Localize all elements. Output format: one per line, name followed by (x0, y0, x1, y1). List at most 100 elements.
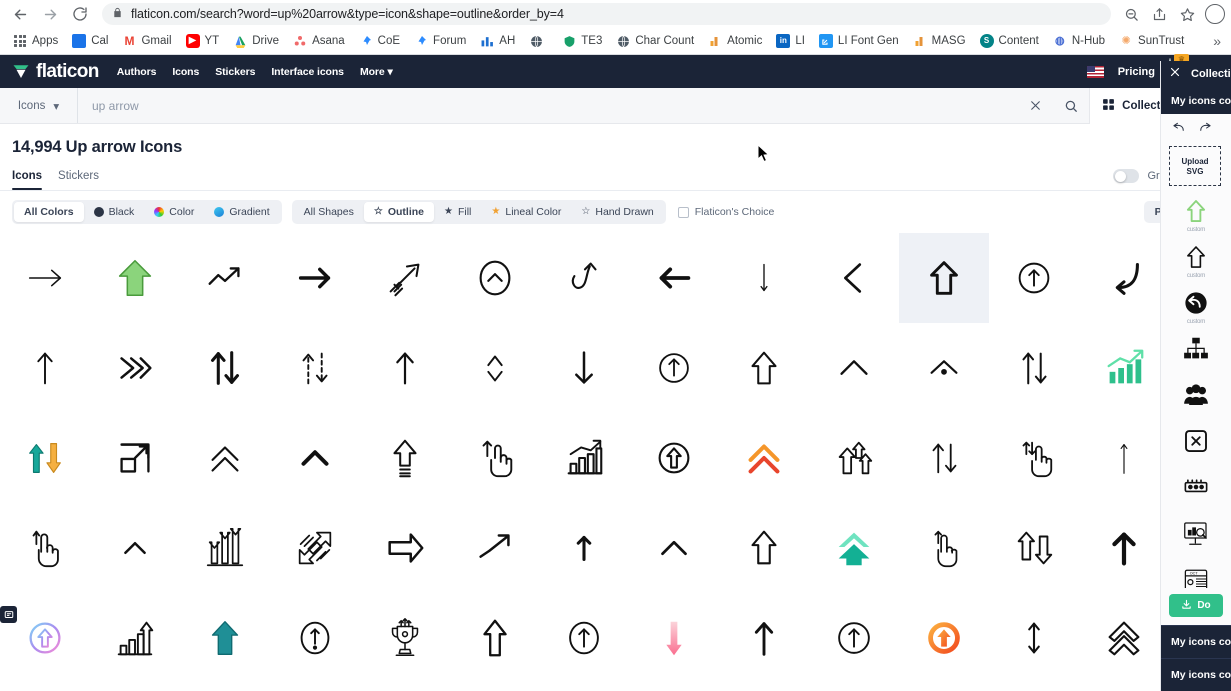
profile-avatar[interactable] (1205, 4, 1225, 24)
sidebar-active-collection[interactable]: My icons colle (1161, 87, 1231, 115)
icon-cell[interactable] (0, 503, 90, 593)
icon-cell[interactable] (540, 323, 630, 413)
icon-cell[interactable] (450, 503, 540, 593)
filter-all-shapes[interactable]: All Shapes (294, 202, 364, 222)
icon-cell[interactable] (1079, 593, 1169, 683)
icon-cell[interactable] (270, 233, 360, 323)
icon-cell[interactable] (1079, 233, 1169, 323)
icon-cell[interactable] (629, 413, 719, 503)
icon-cell[interactable] (90, 233, 180, 323)
icon-cell[interactable] (0, 233, 90, 323)
bookmark-asana[interactable]: Asana (286, 31, 352, 51)
icon-cell[interactable] (540, 413, 630, 503)
icon-cell[interactable] (989, 413, 1079, 503)
upload-svg-button[interactable]: Upload SVG (1169, 146, 1221, 187)
bookmarks-overflow-icon[interactable]: » (1213, 33, 1225, 49)
icon-cell[interactable] (719, 413, 809, 503)
sidebar-icon-item[interactable] (1161, 418, 1231, 464)
icon-cell[interactable] (809, 413, 899, 503)
icon-cell[interactable] (540, 593, 630, 683)
search-submit-button[interactable] (1053, 88, 1089, 124)
icon-cell[interactable] (629, 233, 719, 323)
search-clear-button[interactable] (1017, 88, 1053, 124)
icon-cell[interactable] (270, 593, 360, 683)
icon-cell[interactable] (180, 593, 270, 683)
icon-cell[interactable] (180, 503, 270, 593)
sidebar-collection-bar[interactable]: My icons colle (1161, 625, 1231, 658)
filter-hand-drawn[interactable]: ☆ Hand Drawn (571, 202, 663, 222)
icon-cell[interactable] (989, 503, 1079, 593)
bookmark-content[interactable]: S Content (973, 31, 1046, 51)
bookmark-globe[interactable] (522, 31, 555, 51)
bookmark-char-count[interactable]: Char Count (609, 31, 701, 51)
icon-cell[interactable] (1079, 323, 1169, 413)
icon-cell[interactable] (360, 593, 450, 683)
icon-cell[interactable] (989, 323, 1079, 413)
nav-stickers[interactable]: Stickers (215, 66, 255, 78)
icon-cell[interactable] (450, 323, 540, 413)
star-icon[interactable] (1175, 2, 1199, 26)
icon-cell[interactable] (809, 323, 899, 413)
sidebar-collection-bar[interactable]: My icons colle (1161, 658, 1231, 691)
icon-cell[interactable] (0, 323, 90, 413)
bookmark-atomic[interactable]: Atomic (701, 31, 769, 51)
icon-cell[interactable] (90, 323, 180, 413)
flaticon-logo[interactable]: flaticon (12, 61, 99, 83)
bookmark-te3[interactable]: TE3 (555, 31, 609, 51)
bookmark-forum[interactable]: Forum (407, 31, 473, 51)
icon-cell[interactable] (809, 593, 899, 683)
bookmark-apps[interactable]: Apps (6, 31, 65, 51)
feedback-badge-icon[interactable] (0, 606, 17, 623)
icon-cell[interactable] (899, 413, 989, 503)
icon-cell[interactable] (270, 503, 360, 593)
icon-cell[interactable] (809, 503, 899, 593)
forward-arrow-icon[interactable] (36, 0, 64, 28)
bookmark-coe[interactable]: CoE (352, 31, 407, 51)
icon-cell[interactable] (180, 233, 270, 323)
search-input[interactable]: up arrow (78, 88, 1018, 123)
filter-color[interactable]: Color (144, 202, 204, 222)
filter-outline[interactable]: ☆ Outline (363, 202, 434, 222)
bookmark-li-font-gen[interactable]: LI Font Gen (812, 31, 906, 51)
icon-cell[interactable] (540, 233, 630, 323)
bookmark-masg[interactable]: MASG (906, 31, 973, 51)
sidebar-icon-item[interactable]: OCT (1161, 556, 1231, 589)
back-arrow-icon[interactable] (6, 0, 34, 28)
icon-cell[interactable] (270, 323, 360, 413)
bookmark-gmail[interactable]: M Gmail (115, 31, 178, 51)
sidebar-icon-item[interactable] (1161, 464, 1231, 510)
icon-cell[interactable] (90, 503, 180, 593)
icon-cell[interactable] (629, 323, 719, 413)
sidebar-icon-item[interactable] (1161, 326, 1231, 372)
icon-cell[interactable] (0, 413, 90, 503)
icon-cell[interactable] (540, 503, 630, 593)
bookmark-drive[interactable]: Drive (226, 31, 286, 51)
bookmark-li[interactable]: in LI (769, 31, 812, 51)
icon-cell[interactable] (360, 233, 450, 323)
sidebar-icon-item[interactable]: custom (1161, 234, 1231, 280)
bookmark-ah[interactable]: AH (473, 31, 522, 51)
flaticon-choice-checkbox[interactable]: Flaticon's Choice (677, 206, 774, 218)
filter-fill[interactable]: ★ Fill (434, 202, 481, 222)
icon-cell[interactable] (989, 593, 1079, 683)
icon-cell[interactable] (1079, 503, 1169, 593)
icon-cell[interactable] (1079, 413, 1169, 503)
filter-gradient[interactable]: Gradient (204, 202, 279, 222)
filter-all-colors[interactable]: All Colors (14, 202, 84, 222)
nav-authors[interactable]: Authors (117, 66, 157, 78)
icon-cell[interactable] (719, 503, 809, 593)
close-icon[interactable] (1169, 65, 1181, 83)
icon-cell[interactable] (629, 503, 719, 593)
icon-cell[interactable] (450, 413, 540, 503)
icon-cell[interactable] (899, 503, 989, 593)
sidebar-icon-item[interactable] (1161, 372, 1231, 418)
nav-more[interactable]: More ▾ (360, 66, 393, 78)
toggle-switch-icon[interactable] (1113, 169, 1140, 183)
icon-cell[interactable] (719, 233, 809, 323)
icon-cell[interactable] (989, 233, 1079, 323)
icon-cell[interactable] (809, 233, 899, 323)
tab-icons[interactable]: Icons (12, 170, 43, 190)
sidebar-icon-item[interactable]: custom (1161, 280, 1231, 326)
bookmark-n-hub[interactable]: ◍ N-Hub (1046, 31, 1112, 51)
nav-interface-icons[interactable]: Interface icons (271, 66, 344, 78)
